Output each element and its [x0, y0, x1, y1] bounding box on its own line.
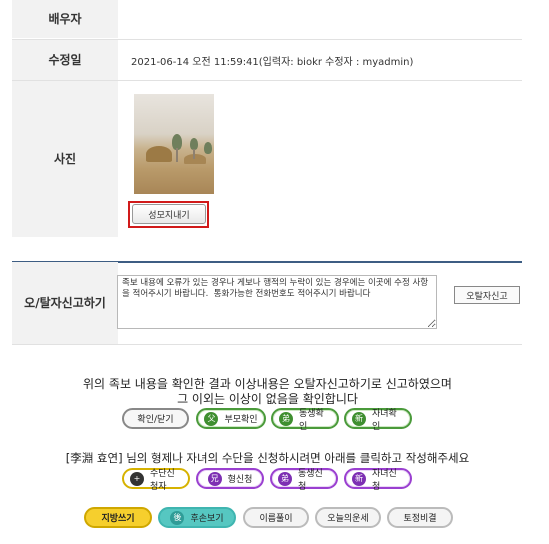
confirm-close-button[interactable]: 확인/닫기: [122, 408, 189, 429]
siblings-icon: 弟: [279, 411, 293, 426]
modified-label: 수정일: [12, 40, 118, 80]
modified-row: 수정일 2021-06-14 오전 11:59:41(입력자: biokr 수정…: [12, 40, 522, 80]
younger-icon: 弟: [278, 471, 292, 486]
child-icon: 新: [352, 471, 366, 486]
tojeong-label: 토정비결: [403, 514, 437, 524]
highlight-box: [128, 201, 209, 228]
siblings-check-label: 동생확인: [299, 408, 324, 432]
siblings-check-button[interactable]: 弟 동생확인: [271, 408, 339, 432]
report-label-line1: 오/탈자: [24, 296, 62, 310]
fortune-button[interactable]: 오늘의운세: [315, 507, 381, 528]
applicant-button[interactable]: + 수단신청자: [122, 468, 190, 492]
modified-value: 2021-06-14 오전 11:59:41(입력자: biokr 수정자 : …: [131, 56, 414, 68]
photo-row: 사진: [12, 81, 522, 237]
child-apply-button[interactable]: 新 자녀신청: [344, 468, 412, 492]
confirm-notice-line1: 위의 족보 내용을 확인한 결과 이상내용은 오탈자신고하기로 신고하였으며: [83, 377, 452, 391]
confirm-notice-line2: 그 이외는 이상이 없음을 확인합니다: [177, 392, 358, 406]
tojeong-button[interactable]: 토정비결: [387, 507, 453, 528]
younger-apply-label: 동생신청: [298, 468, 323, 492]
children-icon: 新: [352, 411, 366, 426]
child-apply-label: 자녀신청: [372, 468, 397, 492]
parents-icon: 父: [204, 411, 219, 426]
applicant-label: 수단신청자: [150, 468, 175, 492]
jibang-label: 지방쓰기: [101, 514, 135, 524]
descendants-icon: 後: [170, 510, 185, 525]
report-label-line2: 신고하기: [61, 296, 106, 310]
elder-apply-label: 형신청: [227, 475, 253, 485]
children-check-button[interactable]: 新 자녀확인: [344, 408, 412, 432]
naming-button[interactable]: 이름풀이: [243, 507, 309, 528]
spouse-label: 배우자: [12, 0, 118, 38]
report-label: 오/탈자 신고하기: [12, 262, 118, 344]
naming-label: 이름풀이: [259, 514, 293, 524]
ancestor-photo: [134, 94, 214, 194]
children-check-label: 자녀확인: [372, 408, 397, 432]
younger-apply-button[interactable]: 弟 동생신청: [270, 468, 338, 492]
row-divider: [12, 344, 522, 345]
confirm-close-label: 확인/닫기: [137, 415, 174, 425]
descendants-label: 후손보기: [190, 514, 224, 524]
parents-check-label: 부모확인: [224, 415, 258, 425]
elder-icon: 兄: [207, 471, 222, 486]
fortune-label: 오늘의운세: [327, 514, 369, 524]
plus-icon: +: [130, 471, 144, 486]
jibang-button[interactable]: 지방쓰기: [84, 507, 152, 528]
parents-check-button[interactable]: 父 부모확인: [196, 408, 266, 429]
report-textarea[interactable]: 족보 내용에 오류가 있는 경우나 게보나 행적의 누락이 있는 경우에는 이곳…: [117, 275, 437, 329]
apply-notice: [李淵 효연] 님의 형제나 자녀의 수단을 신청하시려면 아래를 클릭하고 작…: [65, 451, 470, 465]
elder-apply-button[interactable]: 兄 형신청: [196, 468, 264, 489]
spouse-row: 배우자: [12, 0, 522, 38]
spouse-value: [118, 0, 522, 38]
descendants-button[interactable]: 後 후손보기: [158, 507, 236, 528]
report-submit-button[interactable]: 오탈자신고: [454, 286, 520, 304]
photo-label: 사진: [12, 81, 118, 237]
